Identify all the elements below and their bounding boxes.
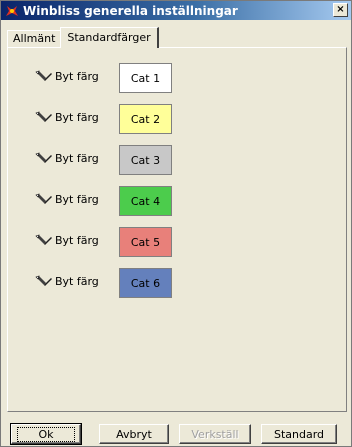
paintbrush-icon xyxy=(35,193,52,204)
color-row-cat-1: Byt färg Cat 1 xyxy=(8,63,346,93)
change-color-button-cat-4[interactable]: Byt färg xyxy=(35,192,99,206)
tab-strip: Allmänt Standardfärger xyxy=(7,26,159,48)
change-color-label: Byt färg xyxy=(55,151,99,165)
close-icon: × xyxy=(336,4,345,15)
title-bar[interactable]: Winbliss generella inställningar × xyxy=(1,1,351,20)
standard-colors-panel: Byt färg Cat 1 Byt färg Cat 2 Byt färg C… xyxy=(7,47,347,412)
apply-label: Verkställ xyxy=(191,427,239,441)
change-color-button-cat-5[interactable]: Byt färg xyxy=(35,233,99,247)
change-color-label: Byt färg xyxy=(55,233,99,247)
ok-label: Ok xyxy=(17,426,75,442)
ok-button[interactable]: Ok xyxy=(10,423,82,445)
color-swatch-cat-1: Cat 1 xyxy=(119,63,172,93)
color-row-cat-5: Byt färg Cat 5 xyxy=(8,227,346,257)
color-swatch-cat-2: Cat 2 xyxy=(119,104,172,134)
window-title: Winbliss generella inställningar xyxy=(23,3,238,18)
color-swatch-cat-5: Cat 5 xyxy=(119,227,172,257)
color-row-cat-3: Byt färg Cat 3 xyxy=(8,145,346,175)
paintbrush-icon xyxy=(35,275,52,286)
change-color-button-cat-2[interactable]: Byt färg xyxy=(35,110,99,124)
close-button[interactable]: × xyxy=(333,3,348,17)
default-label: Standard xyxy=(273,427,325,441)
change-color-label: Byt färg xyxy=(55,192,99,206)
change-color-button-cat-6[interactable]: Byt färg xyxy=(35,274,99,288)
color-row-cat-2: Byt färg Cat 2 xyxy=(8,104,346,134)
color-swatch-cat-6: Cat 6 xyxy=(119,268,172,298)
change-color-button-cat-1[interactable]: Byt färg xyxy=(35,69,99,83)
apply-button[interactable]: Verkställ xyxy=(179,424,251,444)
cancel-label: Avbryt xyxy=(116,427,152,441)
change-color-label: Byt färg xyxy=(55,110,99,124)
winbliss-app-icon xyxy=(5,4,19,18)
change-color-label: Byt färg xyxy=(55,274,99,288)
color-row-cat-6: Byt färg Cat 6 xyxy=(8,268,346,298)
dialog-button-bar: Ok Avbryt Verkställ Standard xyxy=(7,423,347,445)
tab-allmant[interactable]: Allmänt xyxy=(7,30,62,48)
paintbrush-icon xyxy=(35,70,52,81)
color-row-cat-4: Byt färg Cat 4 xyxy=(8,186,346,216)
color-swatch-cat-3: Cat 3 xyxy=(119,145,172,175)
settings-dialog: Winbliss generella inställningar × Allmä… xyxy=(0,0,352,447)
tab-standardfarger[interactable]: Standardfärger xyxy=(60,27,159,48)
default-colors-button[interactable]: Standard xyxy=(261,424,337,444)
color-swatch-cat-4: Cat 4 xyxy=(119,186,172,216)
paintbrush-icon xyxy=(35,234,52,245)
change-color-label: Byt färg xyxy=(55,69,99,83)
cancel-button[interactable]: Avbryt xyxy=(99,424,169,444)
paintbrush-icon xyxy=(35,111,52,122)
paintbrush-icon xyxy=(35,152,52,163)
change-color-button-cat-3[interactable]: Byt färg xyxy=(35,151,99,165)
